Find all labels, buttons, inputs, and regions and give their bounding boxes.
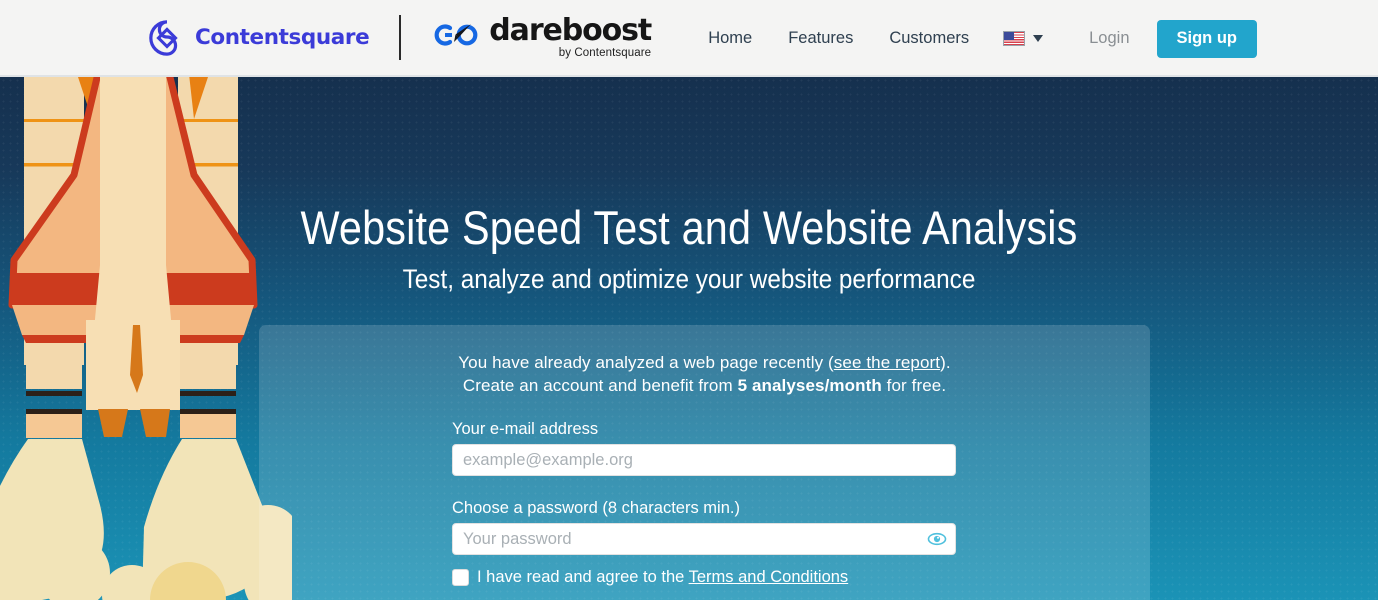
brand-group: Contentsquare dareboost by Contentsquare [148,13,652,60]
chevron-down-icon [1033,35,1044,42]
terms-text-before: I have read and agree to the [477,568,689,586]
dareboost-rocket-icon [434,24,478,46]
hero-section: Website Speed Test and Website Analysis … [0,77,1378,600]
brand-divider [399,15,402,60]
signup-form: You have already analyzed a web page rec… [452,351,957,587]
password-visibility-toggle[interactable] [927,530,947,548]
language-selector[interactable] [1003,31,1044,46]
page-title: Website Speed Test and Website Analysis [300,201,1078,254]
signup-button[interactable]: Sign up [1156,19,1257,58]
terms-label: I have read and agree to the Terms and C… [477,568,848,587]
login-link[interactable]: Login [1089,29,1129,48]
notice-line2-after: for free. [881,376,947,395]
nav-item-features[interactable]: Features [788,29,853,48]
contentsquare-logo[interactable]: Contentsquare [148,19,370,57]
notice-line1-after: ). [940,353,951,372]
notice-line1-before: You have already analyzed a web page rec… [458,353,834,372]
rocket-launch-illustration [0,77,292,600]
notice-line2-before: Create an account and benefit from [462,376,738,395]
terms-and-conditions-link[interactable]: Terms and Conditions [689,568,849,586]
nav-item-customers[interactable]: Customers [889,29,969,48]
signup-panel: You have already analyzed a web page rec… [259,325,1150,600]
dareboost-wordmark: dareboost [489,13,652,48]
page-subtitle: Test, analyze and optimize your website … [402,264,976,294]
main-navigation: Home Features Customers Login Sign up [708,0,1378,77]
email-input[interactable] [452,444,956,476]
see-the-report-link[interactable]: see the report [834,353,940,372]
password-input[interactable] [452,523,956,555]
contentsquare-logo-icon [149,19,178,56]
nav-item-home[interactable]: Home [708,29,752,48]
dareboost-tagline: by Contentsquare [558,47,652,59]
terms-row: I have read and agree to the Terms and C… [452,568,957,587]
us-flag-icon [1003,31,1026,46]
analyses-quota: 5 analyses/month [737,376,882,395]
contentsquare-wordmark: Contentsquare [195,25,370,50]
terms-checkbox[interactable] [452,569,469,586]
recent-analysis-notice: You have already analyzed a web page rec… [452,351,957,397]
email-label: Your e-mail address [452,420,599,438]
eye-icon [927,532,947,546]
password-field-wrapper [452,523,956,555]
password-label: Choose a password (8 characters min.) [452,499,740,517]
dareboost-logo[interactable]: dareboost by Contentsquare [431,13,652,60]
dareboost-text: dareboost by Contentsquare [489,13,652,60]
site-header: Contentsquare dareboost by Contentsquare… [0,0,1378,77]
